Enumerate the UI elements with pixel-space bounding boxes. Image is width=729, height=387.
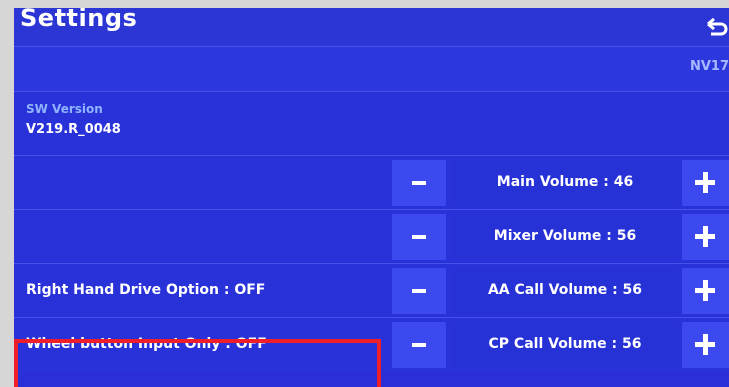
- settings-panel: Settings NV17 SW Version V219.R_0048 Mai…: [14, 8, 729, 387]
- volume-row-aa-call: Right Hand Drive Option : OFF AA Call Vo…: [14, 263, 729, 318]
- header-bar: Settings: [14, 8, 729, 47]
- left-option-cell: [14, 156, 388, 210]
- volume-row-main: Main Volume : 46: [14, 155, 729, 210]
- aa-call-volume-minus-button[interactable]: [392, 268, 446, 314]
- cp-call-volume-label: CP Call Volume : 56: [488, 336, 642, 352]
- model-label: NV17: [689, 59, 729, 74]
- aa-call-volume-label: AA Call Volume : 56: [487, 282, 643, 298]
- aa-call-volume-cell: AA Call Volume : 56: [452, 268, 678, 314]
- minus-icon: [412, 343, 426, 347]
- wheel-button-input-option[interactable]: Wheel button Input Only : OFF: [14, 318, 388, 372]
- model-row: NV17: [14, 46, 729, 92]
- sw-version-label: SW Version: [26, 102, 103, 116]
- mixer-volume-minus-button[interactable]: [392, 214, 446, 260]
- main-volume-minus-button[interactable]: [392, 160, 446, 206]
- main-volume-plus-button[interactable]: [682, 160, 729, 206]
- minus-icon: [412, 235, 426, 239]
- version-row: SW Version V219.R_0048: [14, 91, 729, 156]
- cp-call-volume-plus-button[interactable]: [682, 322, 729, 368]
- volume-row-mixer: Mixer Volume : 56: [14, 209, 729, 264]
- minus-icon: [412, 289, 426, 293]
- volume-row-cp-call: Wheel button Input Only : OFF CP Call Vo…: [14, 317, 729, 372]
- page-title: Settings: [20, 8, 138, 32]
- left-option-cell: [14, 210, 388, 264]
- back-arrow-icon[interactable]: [705, 17, 729, 40]
- mixer-volume-label: Mixer Volume : 56: [493, 228, 637, 244]
- sw-version-value: V219.R_0048: [26, 122, 121, 137]
- main-volume-cell: Main Volume : 46: [452, 160, 678, 206]
- mixer-volume-plus-button[interactable]: [682, 214, 729, 260]
- aa-call-volume-plus-button[interactable]: [682, 268, 729, 314]
- right-hand-drive-option-text: Right Hand Drive Option : OFF: [26, 282, 266, 298]
- plus-icon: [703, 280, 708, 301]
- main-volume-label: Main Volume : 46: [496, 174, 634, 190]
- cp-call-volume-minus-button[interactable]: [392, 322, 446, 368]
- right-hand-drive-option[interactable]: Right Hand Drive Option : OFF: [14, 264, 388, 318]
- minus-icon: [412, 181, 426, 185]
- plus-icon: [703, 172, 708, 193]
- plus-icon: [703, 334, 708, 355]
- mixer-volume-cell: Mixer Volume : 56: [452, 214, 678, 260]
- plus-icon: [703, 226, 708, 247]
- wheel-button-input-option-text: Wheel button Input Only : OFF: [26, 336, 267, 352]
- screen: Settings NV17 SW Version V219.R_0048 Mai…: [0, 0, 729, 387]
- cp-call-volume-cell: CP Call Volume : 56: [452, 322, 678, 368]
